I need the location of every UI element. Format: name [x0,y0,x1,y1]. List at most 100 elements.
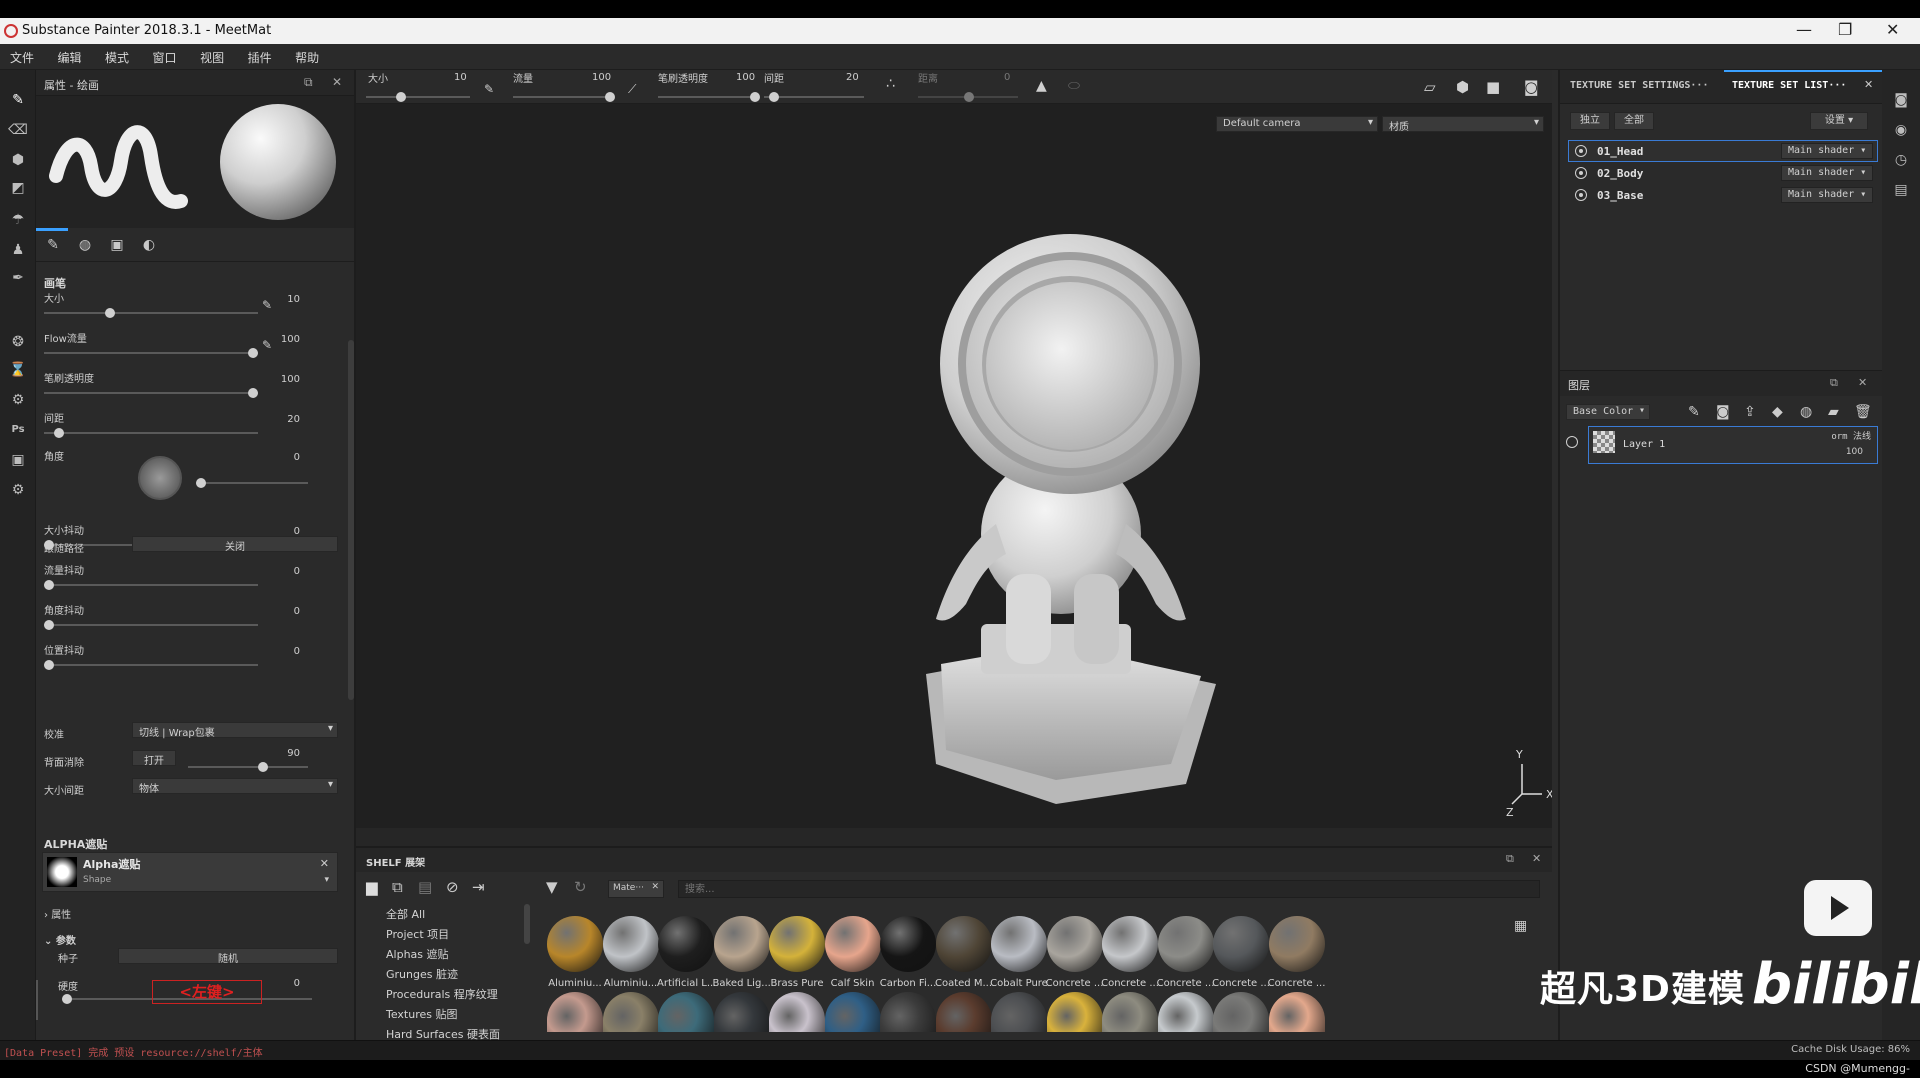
refresh-icon[interactable]: ↻ [574,878,587,896]
slider-knob[interactable] [248,388,258,398]
slider-knob[interactable] [964,92,974,102]
material-thumbnail[interactable] [1046,992,1103,1032]
add-fill-layer-icon[interactable]: ⇪ [1744,404,1756,420]
material-thumbnail[interactable] [547,992,603,1032]
material-thumbnail[interactable]: Concrete ... [1101,916,1159,989]
tab-texture-set-settings[interactable]: TEXTURE SET SETTINGS··· [1570,80,1708,91]
material-thumbnail[interactable]: Concrete ... [1157,916,1215,989]
symmetry-icon[interactable]: ▲ [1036,78,1047,94]
save-icon[interactable]: ▤ [418,878,432,896]
material-thumbnail[interactable]: Calf Skin [824,916,882,989]
material-thumbnail[interactable] [602,992,659,1032]
tab-brush-icon[interactable]: ✎ [44,237,62,255]
material-thumbnail[interactable] [658,992,714,1032]
texture-set-row[interactable]: 03_Base Main shader ▾ [1568,184,1878,206]
tab-texture-set-list[interactable]: TEXTURE SET LIST··· [1732,80,1846,91]
param-value[interactable]: 0 [294,452,300,463]
minimize-icon[interactable]: — [1796,20,1812,39]
shader-dropdown[interactable]: Main shader ▾ [1781,165,1873,181]
opacity-pen-icon[interactable]: ⟋ [628,82,636,97]
category-item[interactable]: Grunges 脏迹 [364,966,524,986]
attr-expander[interactable]: › 属性 [44,906,71,921]
slider-knob[interactable] [258,762,268,772]
slider-knob[interactable] [54,428,65,438]
seed-random-button[interactable]: 随机 [118,948,338,965]
add-folder-icon[interactable]: ▰ [1828,404,1839,420]
clone-icon[interactable]: ♟ [8,240,28,260]
shader-dropdown[interactable]: Main shader ▾ [1781,143,1873,159]
texture-set-row[interactable]: 02_Body Main shader ▾ [1568,162,1878,184]
screenshot-icon[interactable]: ◙ [1524,78,1539,96]
visibility-icon[interactable] [1575,189,1587,201]
param-value[interactable]: 0 [294,606,300,617]
polygon-fill-icon[interactable]: ◩ [8,178,28,198]
angle-dial[interactable] [138,456,182,500]
pen-pressure-icon[interactable]: ✎ [262,298,272,312]
param-value[interactable]: 20 [287,414,300,425]
material-thumbnail[interactable] [935,992,992,1032]
menu-help[interactable]: 帮助 [285,44,329,66]
params-expander[interactable]: ⌄ 参数 [44,932,76,947]
import-icon[interactable]: ⇥ [472,878,485,896]
layer-row[interactable]: Layer 1 orm 法线 100 [1588,426,1878,464]
tb-opacity-slider[interactable] [658,92,760,102]
close-panel-icon[interactable]: ✕ [1858,376,1867,389]
paint-brush-icon[interactable]: ✎ [8,90,28,110]
slider-knob[interactable] [44,620,54,630]
param-value[interactable]: 0 [294,646,300,657]
smudge-icon[interactable]: ☂ [8,210,28,230]
param-slider[interactable] [44,308,258,318]
visibility-icon[interactable] [1575,167,1587,179]
slider-knob[interactable] [248,348,258,358]
3d-viewport[interactable]: Default camera ▾ 材质 ▾ Y X Z [356,104,1552,828]
tab-material-icon[interactable]: ◐ [140,237,158,255]
slider-knob[interactable] [769,92,779,102]
slider-knob[interactable] [750,92,760,102]
flow-brush-icon[interactable]: ✎ [484,82,494,96]
alignment-dropdown[interactable]: 切线 | Wrap包裹 ▾ [132,722,338,739]
tb-flow-slider[interactable] [513,92,615,102]
material-thumbnail[interactable]: Cobalt Pure [990,916,1048,989]
photoshop-icon[interactable]: Ps [8,420,28,440]
color-picker-icon[interactable]: ✒ [8,268,28,288]
material-thumbnail[interactable] [991,992,1047,1032]
viewport-2d-icon[interactable]: ▱ [1424,78,1436,96]
add-mask-icon[interactable]: ◙ [1716,404,1730,420]
layer-blend-mode[interactable]: orm 法线 [1831,429,1871,442]
bake-icon[interactable]: ❂ [8,332,28,352]
material-thumbnail[interactable] [713,992,770,1032]
lazy-mouse-icon[interactable]: ∴ [886,76,895,92]
menu-file[interactable]: 文件 [0,44,44,66]
folder-icon[interactable]: ▆ [366,878,378,896]
material-thumbnail[interactable]: Artificial L... [657,916,715,989]
slider-knob[interactable] [105,308,116,318]
size-space-dropdown[interactable]: 物体 ▾ [132,778,338,795]
param-slider[interactable] [44,348,258,358]
category-item[interactable]: 全部 All [364,906,524,926]
paint-bucket-icon[interactable]: ◆ [1772,404,1783,420]
add-layer-icon[interactable]: ◍ [1800,404,1812,420]
material-thumbnail[interactable]: Concrete ... [1212,916,1270,989]
tb-size-slider[interactable] [366,92,470,102]
add-effect-icon[interactable]: ✎ [1688,404,1700,420]
float-panel-icon[interactable]: ⧉ [1830,376,1838,390]
param-value[interactable]: 100 [281,374,300,385]
solo-button[interactable]: 独立 [1570,112,1610,130]
shelf-search-input[interactable] [678,880,1540,898]
history-icon[interactable]: ◷ [1892,152,1910,170]
channel-dropdown[interactable]: Base Color ▾ [1566,404,1650,420]
menu-plugins[interactable]: 插件 [238,44,282,66]
remove-alpha-icon[interactable]: ✕ [320,857,329,870]
texture-set-row[interactable]: 01_Head Main shader ▾ [1568,140,1878,162]
hide-icon[interactable]: ⊘ [446,878,459,896]
maximize-icon[interactable]: ❐ [1838,20,1852,39]
material-thumbnail[interactable] [769,992,825,1032]
category-item[interactable]: Procedurals 程序纹理 [364,986,524,1006]
param-slider[interactable] [44,388,258,398]
all-button[interactable]: 全部 [1614,112,1654,130]
tab-stencil-icon[interactable]: ▣ [108,237,126,255]
material-thumbnail[interactable]: Aluminiu... [546,916,604,989]
menu-view[interactable]: 视图 [190,44,234,66]
menu-edit[interactable]: 编辑 [48,44,92,66]
param-slider[interactable] [44,580,258,590]
